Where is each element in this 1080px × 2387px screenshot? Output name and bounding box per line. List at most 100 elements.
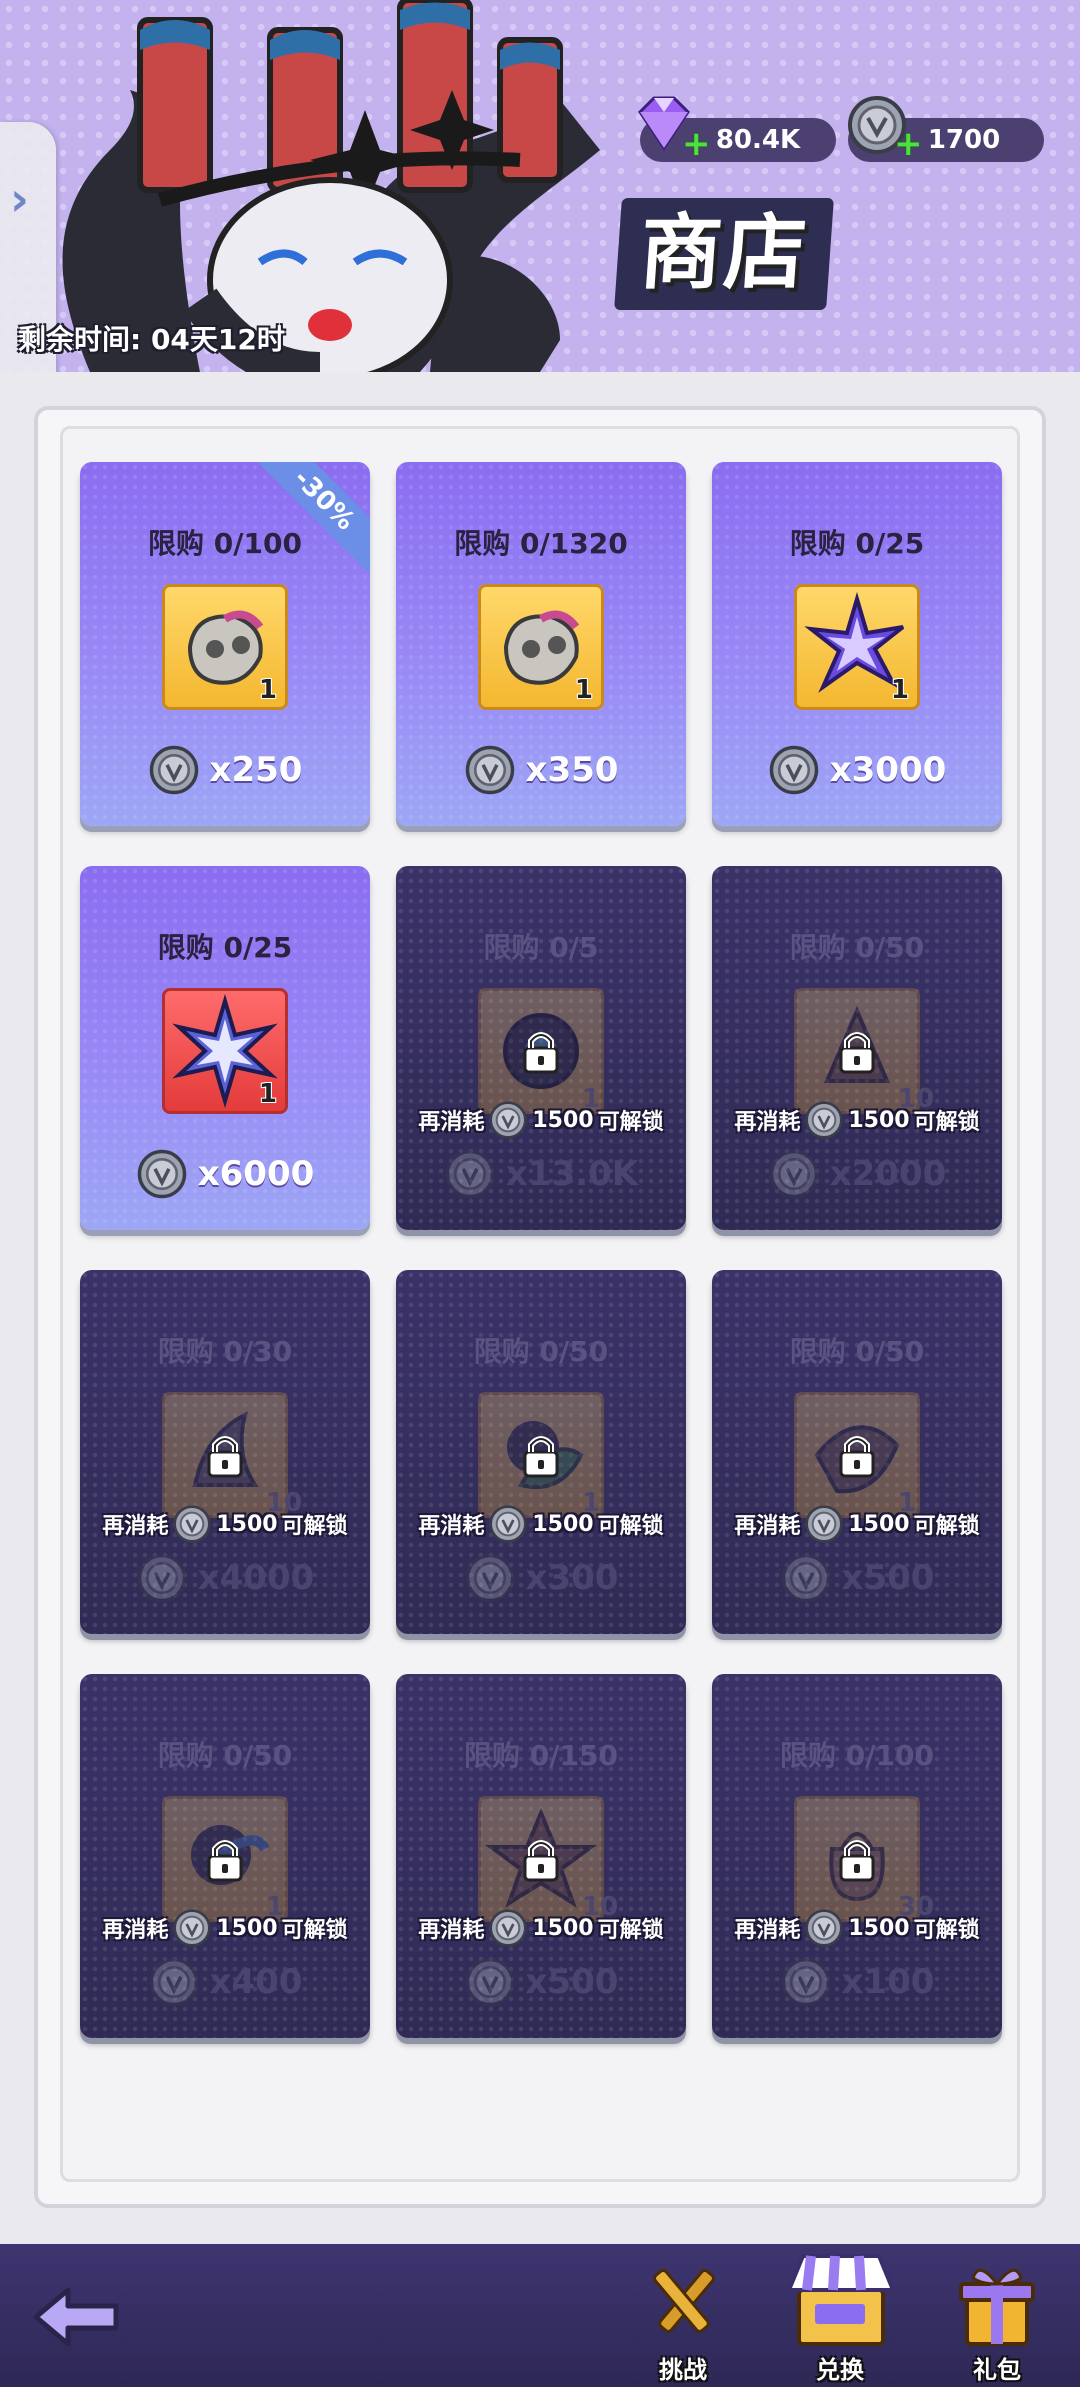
nav-challenge-label: 挑战 (659, 2356, 707, 2384)
silver-coin-icon (137, 1149, 186, 1199)
item-mask-icon: 1 (162, 584, 288, 710)
purchase-limit: 限购 0/5 (483, 931, 599, 964)
unlock-requirement: 再消耗 1500 可解锁 (396, 1504, 686, 1544)
price-button: x500 (396, 1956, 686, 2008)
lock-icon (839, 1032, 875, 1074)
unlock-prefix: 再消耗 (418, 1918, 485, 1943)
locked-shop-item-card[interactable]: 限购 0/50 10 再消耗 1500 可解锁 x2000 (712, 866, 1002, 1230)
price-label: x500 (841, 1558, 935, 1598)
price-button[interactable]: x3000 (712, 744, 1002, 796)
locked-shop-item-card[interactable]: 限购 0/50 1 再消耗 1500 可解锁 x500 (712, 1270, 1002, 1634)
unlock-amount: 1500 (848, 1107, 910, 1133)
price-label: x100 (841, 1962, 935, 2002)
silver-coin-icon (149, 1957, 198, 2007)
price-label: x4000 (197, 1558, 315, 1598)
purchase-limit: 限购 0/25 (157, 931, 293, 964)
silver-coin-icon (769, 1149, 818, 1199)
purchase-limit: 限购 0/100 (148, 527, 302, 560)
page-title: 商店 (614, 198, 834, 310)
nav-exchange[interactable]: 兑换 (770, 2246, 910, 2385)
unlock-requirement: 再消耗 1500 可解锁 (712, 1504, 1002, 1544)
silver-coin-icon (805, 1909, 844, 1947)
silver-coin-icon (781, 1553, 830, 1603)
item-quantity: 1 (574, 675, 593, 705)
add-coins-icon[interactable]: + (894, 127, 923, 161)
locked-shop-item-card[interactable]: 限购 0/50 1 再消耗 1500 可解锁 x300 (396, 1270, 686, 1634)
chevron-right-icon: › (10, 172, 29, 226)
silver-coin-icon (805, 1101, 844, 1139)
unlock-suffix: 可解锁 (913, 1110, 980, 1135)
locked-shop-item-card[interactable]: 限购 0/150 10 再消耗 1500 可解锁 x500 (396, 1674, 686, 2038)
purchase-limit: 限购 0/30 (157, 1335, 293, 1368)
purchase-limit: 限购 0/1320 (454, 527, 628, 560)
price-button: x2000 (712, 1148, 1002, 1200)
locked-shop-item-card[interactable]: 限购 0/100 30 再消耗 1500 可解锁 x100 (712, 1674, 1002, 2038)
silver-coin-icon (489, 1101, 528, 1139)
nav-challenge[interactable]: 挑战 (618, 2258, 748, 2385)
nav-gift[interactable]: 礼包 (932, 2258, 1062, 2385)
unlock-prefix: 再消耗 (734, 1514, 801, 1539)
price-button[interactable]: x6000 (80, 1148, 370, 1200)
locked-shop-item-card[interactable]: 限购 0/5 1 再消耗 1500 可解锁 x13.0K (396, 866, 686, 1230)
price-button: x13.0K (396, 1148, 686, 1200)
price-button: x300 (396, 1552, 686, 1604)
unlock-amount: 1500 (848, 1511, 910, 1537)
shop-header: › 80.4K + 1700 + 商店 剩余时间: 04天12时 (0, 0, 1080, 372)
silver-coin-icon (769, 745, 818, 795)
remaining-time: 剩余时间: 04天12时 (18, 323, 285, 356)
price-label: x250 (209, 750, 303, 790)
locked-shop-item-card[interactable]: 限购 0/30 10 再消耗 1500 可解锁 x4000 (80, 1270, 370, 1634)
shop-item-card[interactable]: 限购 0/1320 1 x350 (396, 462, 686, 826)
silver-coin-icon (489, 1505, 528, 1543)
price-label: x6000 (197, 1154, 315, 1194)
locked-shop-item-card[interactable]: 限购 0/50 1 再消耗 1500 可解锁 x400 (80, 1674, 370, 2038)
unlock-suffix: 可解锁 (281, 1918, 348, 1943)
price-button: x400 (80, 1956, 370, 2008)
price-button: x100 (712, 1956, 1002, 2008)
lock-icon (207, 1840, 243, 1882)
unlock-prefix: 再消耗 (734, 1110, 801, 1135)
purchase-limit: 限购 0/100 (780, 1739, 934, 1772)
silver-coin-icon (489, 1909, 528, 1947)
shop-stall-icon (786, 2254, 896, 2346)
unlock-amount: 1500 (532, 1915, 594, 1941)
item-quantity: 1 (258, 675, 277, 705)
bottom-nav: 挑战 兑换 礼包 (0, 2244, 1080, 2387)
price-label: x500 (525, 1962, 619, 2002)
purchase-limit: 限购 0/50 (789, 931, 925, 964)
item-star-crystal-icon: 1 (794, 584, 920, 710)
price-button[interactable]: x250 (80, 744, 370, 796)
price-label: x300 (525, 1558, 619, 1598)
add-gems-icon[interactable]: + (682, 127, 711, 161)
unlock-requirement: 再消耗 1500 可解锁 (80, 1504, 370, 1544)
unlock-prefix: 再消耗 (102, 1918, 169, 1943)
coin-amount: 1700 (927, 125, 1001, 155)
unlock-amount: 1500 (532, 1107, 594, 1133)
unlock-requirement: 再消耗 1500 可解锁 (396, 1908, 686, 1948)
price-button[interactable]: x350 (396, 744, 686, 796)
unlock-suffix: 可解锁 (597, 1918, 664, 1943)
purchase-limit: 限购 0/50 (157, 1739, 293, 1772)
unlock-prefix: 再消耗 (418, 1514, 485, 1539)
lock-icon (523, 1436, 559, 1478)
purchase-limit: 限购 0/25 (789, 527, 925, 560)
unlock-amount: 1500 (848, 1915, 910, 1941)
unlock-amount: 1500 (532, 1511, 594, 1537)
purchase-limit: 限购 0/50 (789, 1335, 925, 1368)
silver-coin-icon (149, 745, 198, 795)
shop-item-card[interactable]: -30% 限购 0/100 1 x250 (80, 462, 370, 826)
nav-gift-label: 礼包 (973, 2356, 1021, 2384)
shop-item-card[interactable]: 限购 0/25 1 x6000 (80, 866, 370, 1230)
item-quantity: 1 (890, 675, 909, 705)
silver-coin-icon (173, 1909, 212, 1947)
shop-item-grid[interactable]: -30% 限购 0/100 1 x250 限购 0/1320 1 x350 限购 0/25… (60, 430, 1020, 2096)
shop-item-card[interactable]: 限购 0/25 1 x3000 (712, 462, 1002, 826)
unlock-suffix: 可解锁 (597, 1514, 664, 1539)
back-arrow-icon[interactable] (28, 2282, 124, 2352)
lock-icon (839, 1840, 875, 1882)
unlock-requirement: 再消耗 1500 可解锁 (712, 1100, 1002, 1140)
gift-box-icon (959, 2268, 1035, 2346)
unlock-prefix: 再消耗 (102, 1514, 169, 1539)
unlock-requirement: 再消耗 1500 可解锁 (396, 1100, 686, 1140)
unlock-prefix: 再消耗 (418, 1110, 485, 1135)
